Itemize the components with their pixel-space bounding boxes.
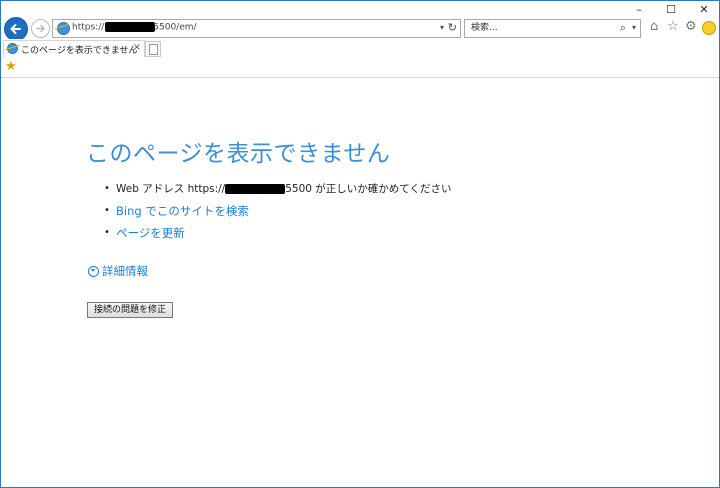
navigation-bar: – ☐ ✕ https:// 5500/em/ ▾ ↻ ⌕ ▾ ⌂ ☆ [1, 1, 719, 41]
new-tab-button[interactable] [145, 41, 161, 57]
refresh-page-link[interactable]: ページを更新 [116, 222, 185, 244]
refresh-icon[interactable]: ↻ [448, 21, 457, 34]
address-dropdown-icon[interactable]: ▾ [440, 23, 444, 32]
tab-title: このページを表示できません [21, 46, 138, 56]
redacted-host-2 [225, 184, 286, 194]
favorites-icon[interactable]: ☆ [667, 19, 679, 34]
forward-arrow-icon [36, 24, 45, 33]
bullet: • [104, 205, 110, 216]
settings-gear-icon[interactable]: ⚙ [685, 19, 697, 34]
site-ie-icon [57, 22, 70, 35]
check-address-text: Web アドレス https:// 5500 が正しいか確かめてください [116, 178, 451, 200]
redacted-host [105, 22, 156, 32]
error-title: このページを表示できません [86, 141, 391, 167]
address-url[interactable]: https:// 5500/em/ [72, 22, 197, 33]
back-button[interactable] [4, 17, 28, 41]
more-details-label: 詳細情報 [102, 264, 148, 278]
minimize-button[interactable]: – [628, 3, 650, 16]
forward-button[interactable] [31, 19, 50, 38]
search-icon[interactable]: ⌕ [620, 21, 626, 35]
address-bar[interactable]: https:// 5500/em/ ▾ ↻ [52, 19, 461, 38]
fix-connection-button[interactable]: 接続の問題を修正 [87, 302, 174, 318]
search-input[interactable] [467, 21, 615, 35]
feedback-smiley-icon[interactable] [702, 21, 716, 35]
tab-active[interactable]: このページを表示できません × [3, 40, 145, 57]
home-icon[interactable]: ⌂ [650, 19, 658, 34]
favorites-bar: ★ [1, 57, 719, 78]
back-arrow-icon [10, 24, 21, 34]
more-details-toggle[interactable]: 詳細情報 [88, 263, 148, 279]
bullet: • [104, 227, 110, 238]
url-prefix: https:// [72, 22, 105, 33]
search-dropdown-icon[interactable]: ▾ [632, 23, 636, 32]
check-address-suffix: 5500 が正しいか確かめてください [285, 183, 452, 195]
browser-window: – ☐ ✕ https:// 5500/em/ ▾ ↻ ⌕ ▾ ⌂ ☆ [0, 0, 720, 488]
tab-bar: このページを表示できません × [1, 39, 719, 57]
chevron-down-icon [88, 265, 99, 277]
page-content: このページを表示できません • Web アドレス https:// 5500 が正… [1, 78, 719, 487]
tab-close-icon[interactable]: × [133, 42, 141, 53]
bullet: • [104, 183, 110, 194]
search-box[interactable]: ⌕ ▾ [464, 19, 641, 38]
tab-ie-icon [7, 43, 18, 54]
check-address-prefix: Web アドレス https:// [116, 183, 226, 195]
close-window-button[interactable]: ✕ [693, 3, 715, 16]
search-bing-link[interactable]: Bing でこのサイトを検索 [116, 200, 249, 222]
add-favorite-star-icon[interactable]: ★ [5, 59, 17, 74]
url-suffix: 5500/em/ [153, 22, 197, 33]
maximize-button[interactable]: ☐ [660, 3, 682, 16]
